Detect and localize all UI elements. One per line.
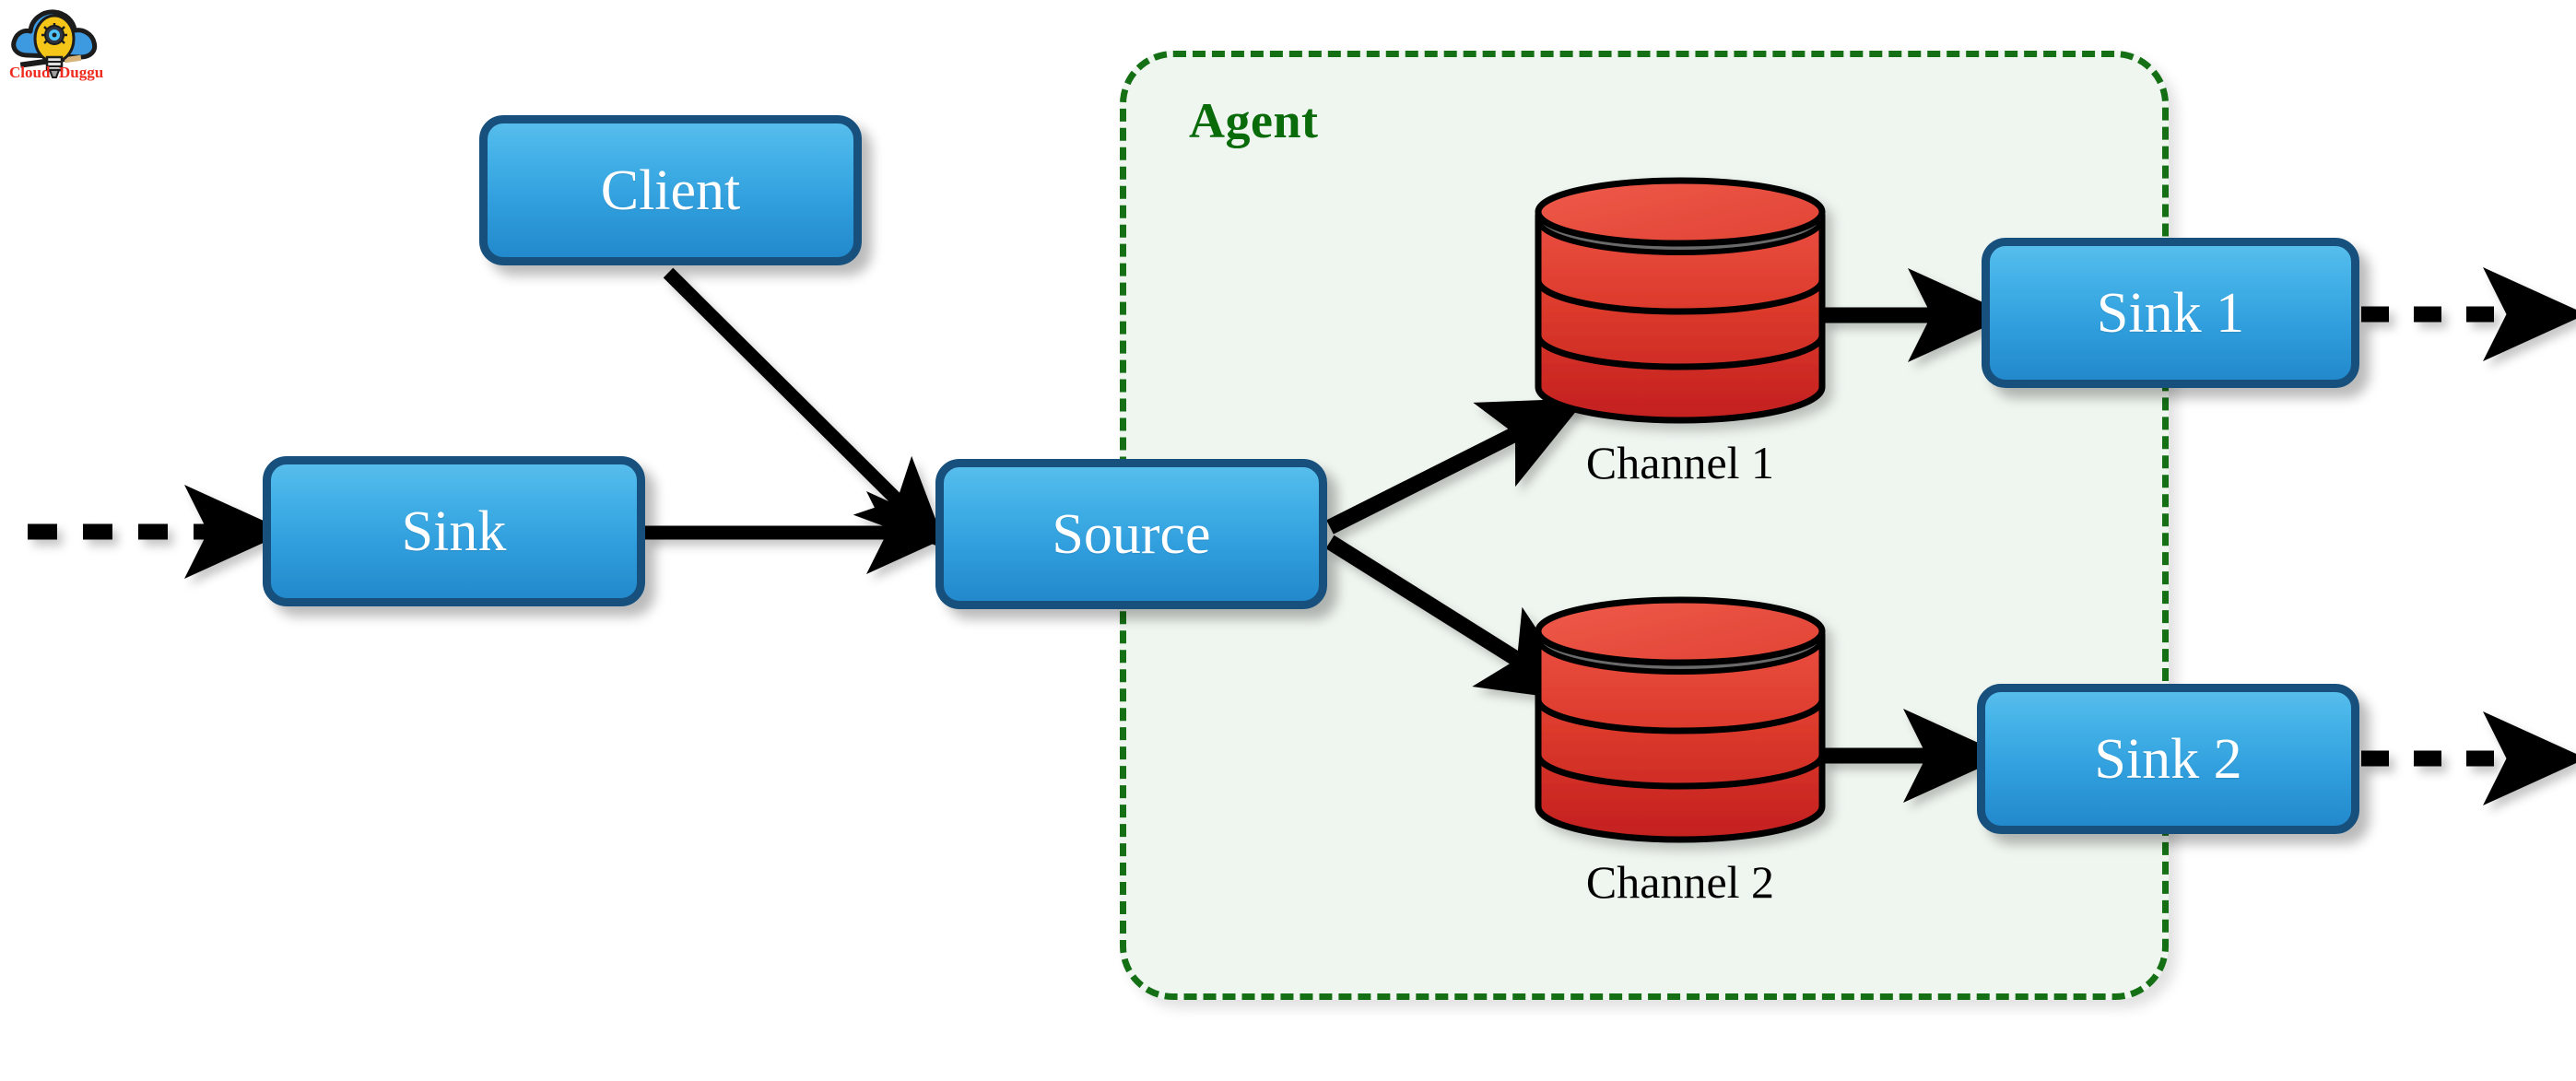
node-sink[interactable]: Sink: [263, 456, 645, 606]
edge-source-to-channel2: [1325, 535, 1585, 702]
node-sink-2-label: Sink 2: [2094, 727, 2242, 791]
edge-source-to-channel1: [1326, 398, 1587, 535]
node-source-label: Source: [1052, 502, 1211, 566]
node-sink-1-label: Sink 1: [2096, 281, 2245, 345]
node-sink-1[interactable]: Sink 1: [1982, 238, 2359, 388]
channel-2-label: Channel 2: [1585, 856, 1775, 908]
node-sink-label: Sink: [401, 499, 507, 563]
logo-text-right: Duggu: [59, 64, 103, 81]
node-client-label: Client: [600, 159, 741, 222]
cloudduggu-logo: Cloud Duggu: [7, 4, 111, 88]
channel-1-label: Channel 1: [1585, 437, 1775, 488]
edge-client-to-source: [663, 267, 947, 550]
node-sink-2[interactable]: Sink 2: [1977, 684, 2359, 834]
channel-2-cylinder: [1535, 596, 1826, 843]
logo-text-left: Cloud: [9, 64, 51, 81]
channel-1-cylinder: [1535, 177, 1826, 424]
node-client[interactable]: Client: [479, 115, 862, 265]
diagram-canvas: Agent Channel 1 Channel 2 Client Sink So…: [0, 0, 2576, 1081]
node-source[interactable]: Source: [935, 459, 1327, 609]
